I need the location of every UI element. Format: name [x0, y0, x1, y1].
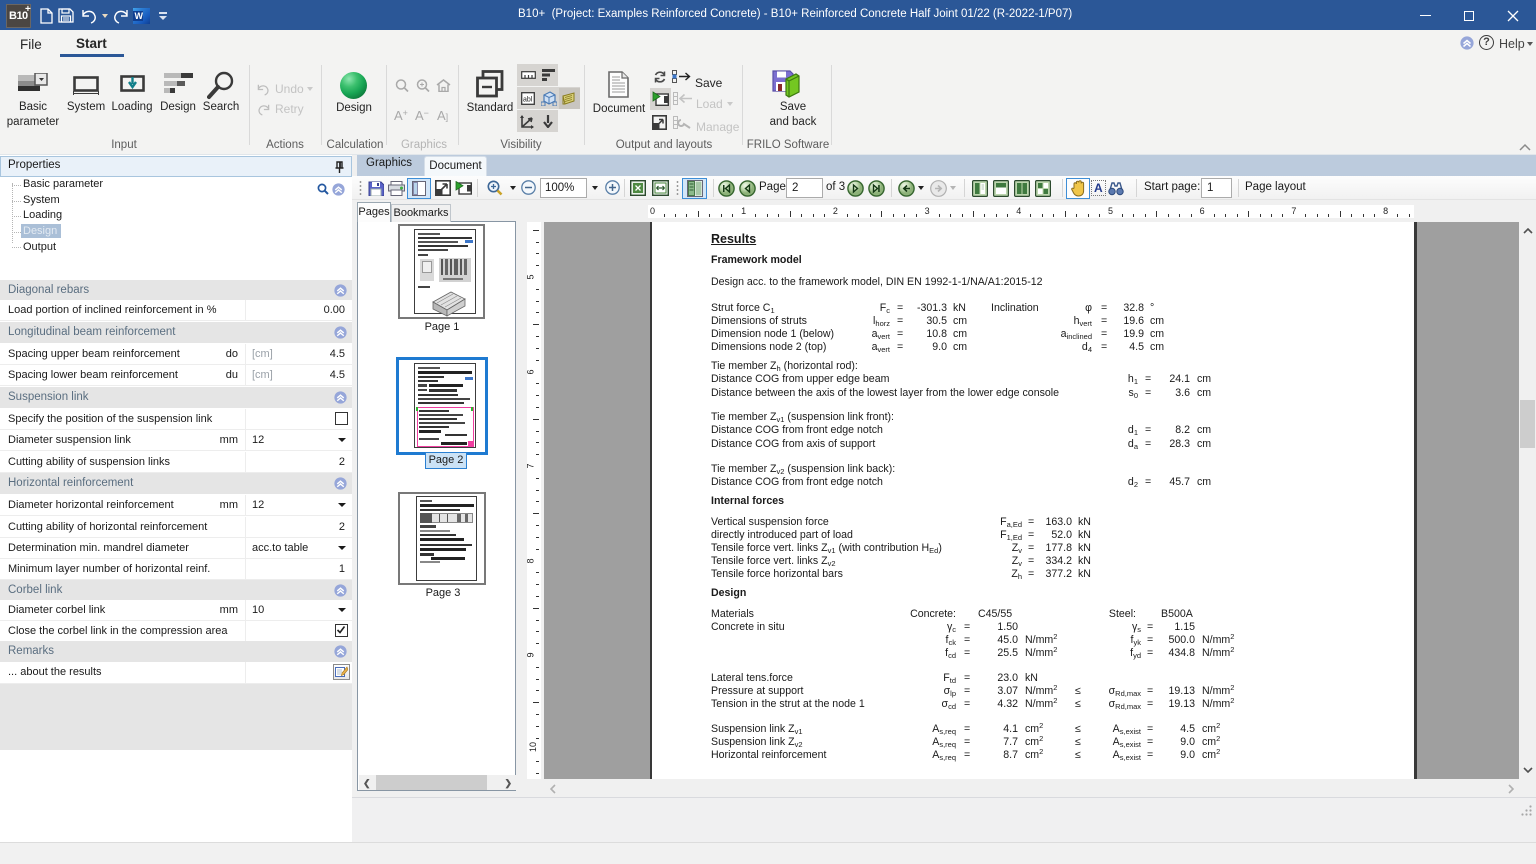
- svg-text:abl: abl: [523, 97, 533, 104]
